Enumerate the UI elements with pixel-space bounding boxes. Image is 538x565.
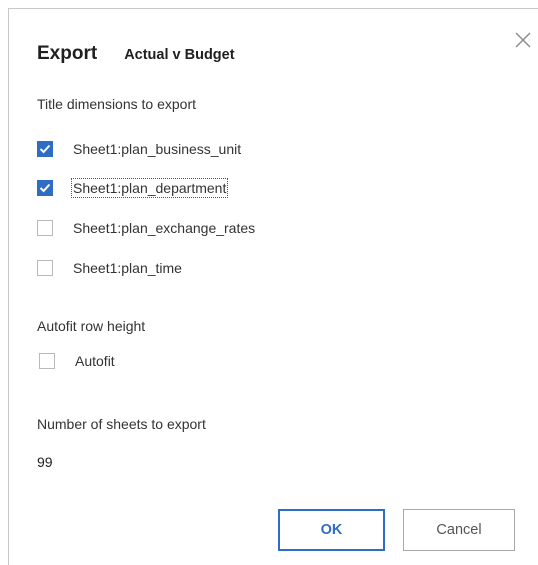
close-icon[interactable] [512, 29, 534, 51]
option-plan-business-unit[interactable]: Sheet1:plan_business_unit [37, 138, 241, 160]
sheets-count-value: 99 [37, 454, 53, 470]
ok-button[interactable]: OK [278, 509, 385, 551]
dialog-subtitle: Actual v Budget [124, 47, 235, 63]
checkmark-icon [39, 183, 51, 193]
checkbox-autofit[interactable] [39, 353, 55, 369]
option-label: Sheet1:plan_department [70, 178, 229, 198]
option-plan-department[interactable]: Sheet1:plan_department [37, 177, 229, 199]
checkbox-plan-business-unit[interactable] [37, 141, 53, 157]
option-plan-exchange-rates[interactable]: Sheet1:plan_exchange_rates [37, 217, 255, 239]
title-dimensions-label: Title dimensions to export [37, 96, 196, 112]
option-label: Sheet1:plan_exchange_rates [73, 220, 256, 236]
checkbox-plan-time[interactable] [37, 260, 53, 276]
export-dialog: Export Actual v Budget Title dimensions … [8, 8, 538, 565]
option-plan-time[interactable]: Sheet1:plan_time [37, 257, 182, 279]
option-label: Sheet1:plan_business_unit [73, 141, 242, 157]
autofit-section-label: Autofit row height [37, 318, 146, 334]
cancel-button[interactable]: Cancel [403, 509, 515, 551]
sheets-count-label: Number of sheets to export [37, 416, 206, 432]
checkbox-plan-department[interactable] [37, 180, 53, 196]
option-label: Sheet1:plan_time [73, 260, 182, 276]
checkbox-plan-exchange-rates[interactable] [37, 220, 53, 236]
checkmark-icon [39, 144, 51, 154]
dialog-header: Export Actual v Budget [37, 43, 235, 65]
option-autofit[interactable]: Autofit [39, 350, 115, 372]
dialog-title: Export [37, 43, 98, 64]
option-label: Autofit [75, 353, 115, 369]
